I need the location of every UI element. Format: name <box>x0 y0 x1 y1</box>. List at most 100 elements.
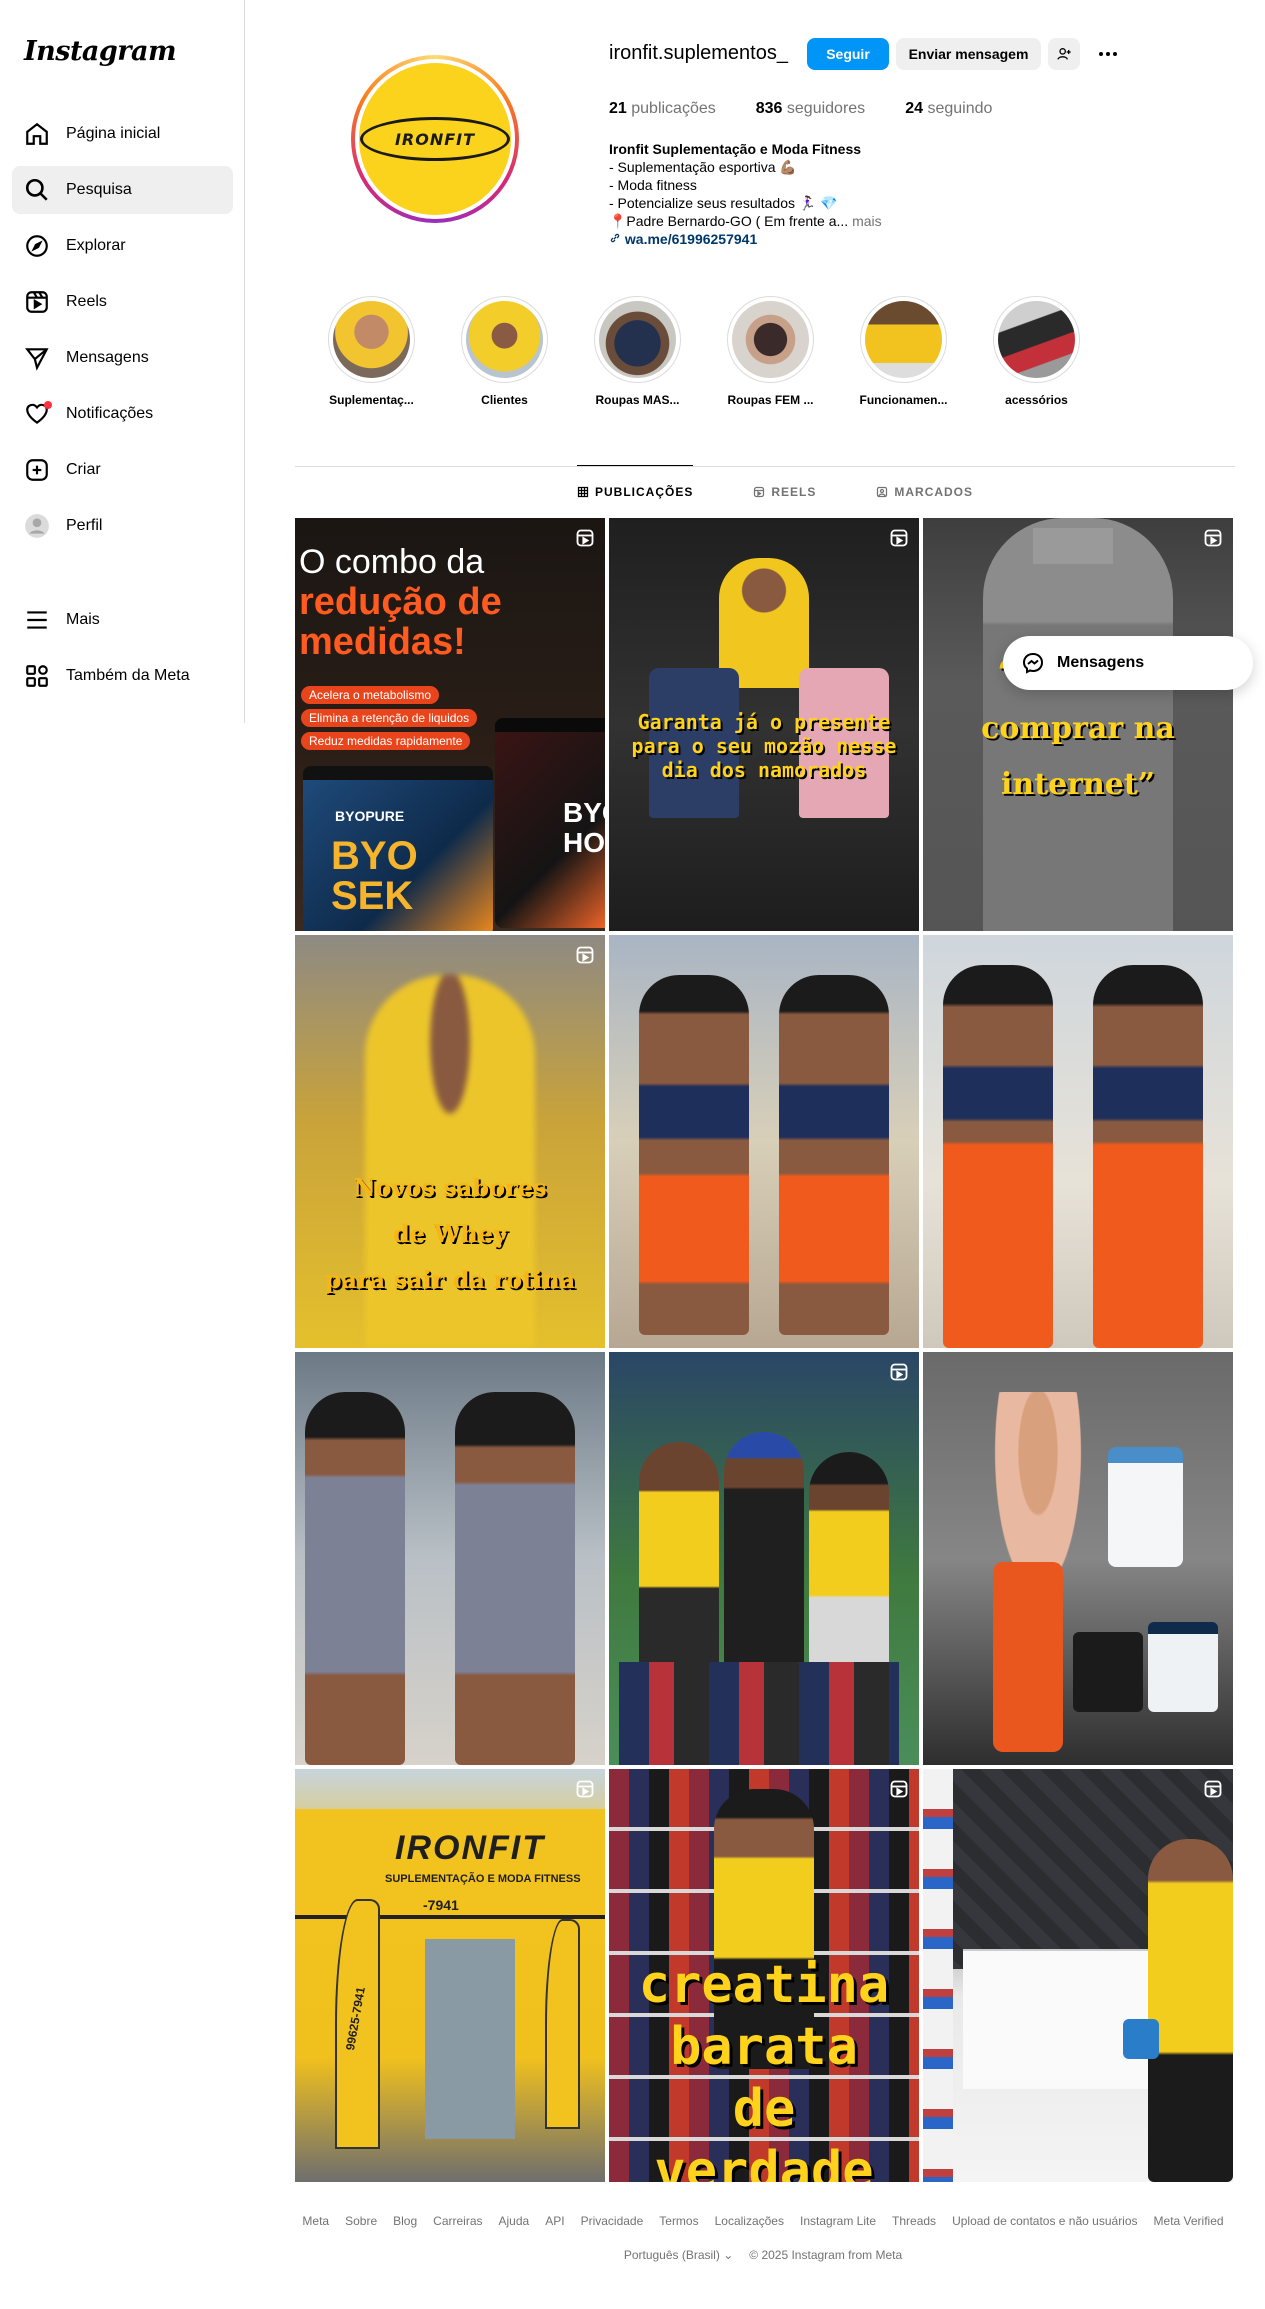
post-pill: Elimina a retenção de liquidos <box>301 709 478 727</box>
footer-link[interactable]: Localizações <box>715 2214 784 2228</box>
following-count: 24 <box>905 100 923 117</box>
nav-also-from-meta-label: Também da Meta <box>66 667 190 684</box>
profile-bio: Ironfit Suplementação e Moda Fitness - S… <box>609 140 909 248</box>
post-tile[interactable] <box>923 1769 1233 2182</box>
footer-links: Meta Sobre Blog Carreiras Ajuda API Priv… <box>295 2214 1231 2228</box>
post-tile[interactable] <box>609 935 919 1348</box>
search-icon <box>24 177 50 203</box>
highlight-item[interactable]: Suplementaç... <box>326 296 417 407</box>
nav-home[interactable]: Página inicial <box>12 110 233 158</box>
highlight-cover <box>599 301 676 378</box>
footer-link[interactable]: Instagram Lite <box>800 2214 876 2228</box>
language-selector[interactable]: Português (Brasil) ⌄ <box>624 2248 733 2262</box>
reel-icon <box>1204 529 1222 547</box>
footer-link[interactable]: Termos <box>659 2214 698 2228</box>
highlight-item[interactable]: Funcionamen... <box>858 296 949 407</box>
copyright: © 2025 Instagram from Meta <box>749 2248 903 2262</box>
ironfit-logo: IRONFIT <box>360 117 510 161</box>
highlight-cover <box>865 301 942 378</box>
post-tile[interactable]: “Medo de comprar na internet” <box>923 518 1233 931</box>
nav-messages[interactable]: Mensagens <box>12 334 233 382</box>
footer-link[interactable]: Meta Verified <box>1154 2214 1224 2228</box>
footer-link[interactable]: Blog <box>393 2214 417 2228</box>
footer-link[interactable]: Ajuda <box>499 2214 530 2228</box>
highlight-label: Roupas MAS... <box>595 393 680 407</box>
product-name: SEK <box>331 874 414 918</box>
tab-reels[interactable]: REELS <box>753 465 816 517</box>
post-tile[interactable]: creatina barata de verdade <box>609 1769 919 2182</box>
plus-square-icon <box>24 457 50 483</box>
highlight-label: Clientes <box>481 393 528 407</box>
footer-link[interactable]: Meta <box>302 2214 329 2228</box>
followers-stat[interactable]: 836 seguidores <box>756 100 865 118</box>
bio-more-link[interactable]: mais <box>852 213 882 229</box>
followers-label: seguidores <box>786 100 866 117</box>
nav-reels[interactable]: Reels <box>12 278 233 326</box>
tab-tagged[interactable]: MARCADOS <box>876 465 973 517</box>
messages-float-button[interactable]: Mensagens <box>1003 636 1253 690</box>
follow-button[interactable]: Seguir <box>807 38 889 70</box>
highlight-label: Suplementaç... <box>329 393 414 407</box>
footer-link[interactable]: Privacidade <box>581 2214 644 2228</box>
post-caption-text: medidas! <box>299 621 466 663</box>
post-tile[interactable]: Novos sabores de Whey para sair da rotin… <box>295 935 605 1348</box>
home-icon <box>24 121 50 147</box>
chevron-down-icon: ⌄ <box>723 2248 734 2262</box>
footer-link[interactable]: Sobre <box>345 2214 377 2228</box>
profile-avatar[interactable]: IRONFIT <box>351 55 519 223</box>
nav-more[interactable]: Mais <box>12 596 233 644</box>
nav-notifications-label: Notificações <box>66 405 154 422</box>
highlight-label: acessórios <box>1005 393 1068 407</box>
highlight-cover <box>466 301 543 378</box>
post-tile[interactable]: Garanta já o presente para o seu mozão n… <box>609 518 919 931</box>
footer-link[interactable]: API <box>545 2214 564 2228</box>
add-user-icon <box>1057 48 1071 60</box>
footer-link[interactable]: Upload de contatos e não usuários <box>952 2214 1137 2228</box>
person-figure <box>639 1442 719 1682</box>
options-button[interactable] <box>1092 38 1124 70</box>
suggest-users-button[interactable] <box>1048 38 1080 70</box>
meta-apps-icon <box>24 663 50 689</box>
bio-line: - Potencialize seus resultados 🏃🏻‍♀️ 💎 <box>609 195 838 211</box>
highlight-cover <box>998 301 1075 378</box>
reel-icon <box>576 946 594 964</box>
nav-profile[interactable]: Perfil <box>12 502 233 550</box>
tab-posts[interactable]: PUBLICAÇÕES <box>577 465 694 517</box>
post-tile[interactable]: O combo da redução de medidas! Acelera o… <box>295 518 605 931</box>
posts-label: publicações <box>631 100 716 117</box>
send-message-button[interactable]: Enviar mensagem <box>896 38 1041 70</box>
instagram-logo[interactable]: Instagram <box>24 36 177 67</box>
profile-avatar-icon <box>24 513 50 539</box>
posts-count: 21 <box>609 100 627 117</box>
tab-reels-label: REELS <box>771 484 817 499</box>
footer-link[interactable]: Carreiras <box>433 2214 482 2228</box>
reels-icon <box>24 289 50 315</box>
highlight-label: Funcionamen... <box>859 393 948 407</box>
highlight-item[interactable]: acessórios <box>991 296 1082 407</box>
nav-create[interactable]: Criar <box>12 446 233 494</box>
tagged-icon <box>877 486 888 497</box>
post-tile[interactable] <box>923 935 1233 1348</box>
product-brand: BYOPURE <box>335 808 405 824</box>
messages-float-label: Mensagens <box>1057 654 1145 671</box>
reel-icon <box>890 529 908 547</box>
nav-search[interactable]: Pesquisa <box>12 166 233 214</box>
sidebar: Instagram Página inicial Pesquisa Explor… <box>0 0 245 723</box>
footer-link[interactable]: Threads <box>892 2214 936 2228</box>
nav-also-from-meta[interactable]: Também da Meta <box>12 652 233 700</box>
nav-notifications[interactable]: Notificações <box>12 390 233 438</box>
highlight-item[interactable]: Roupas MAS... <box>592 296 683 407</box>
highlight-item[interactable]: Roupas FEM ... <box>725 296 816 407</box>
post-tile[interactable] <box>923 1352 1233 1765</box>
post-tile[interactable]: IRONFIT SUPLEMENTAÇÃO E MODA FITNESS -79… <box>295 1769 605 2182</box>
profile-full-name: Ironfit Suplementação e Moda Fitness <box>609 141 862 157</box>
following-stat[interactable]: 24 seguindo <box>905 100 992 118</box>
store-sign-text: IRONFIT <box>395 1829 545 1867</box>
bio-link[interactable]: wa.me/61996257941 <box>625 231 757 247</box>
post-tile[interactable] <box>609 1352 919 1765</box>
post-tile[interactable] <box>295 1352 605 1765</box>
post-caption-text: creatina barata de verdade <box>638 1955 890 2182</box>
highlight-item[interactable]: Clientes <box>459 296 550 407</box>
nav-explore[interactable]: Explorar <box>12 222 233 270</box>
story-highlights: Suplementaç... Clientes Roupas MAS... Ro… <box>326 296 1082 407</box>
